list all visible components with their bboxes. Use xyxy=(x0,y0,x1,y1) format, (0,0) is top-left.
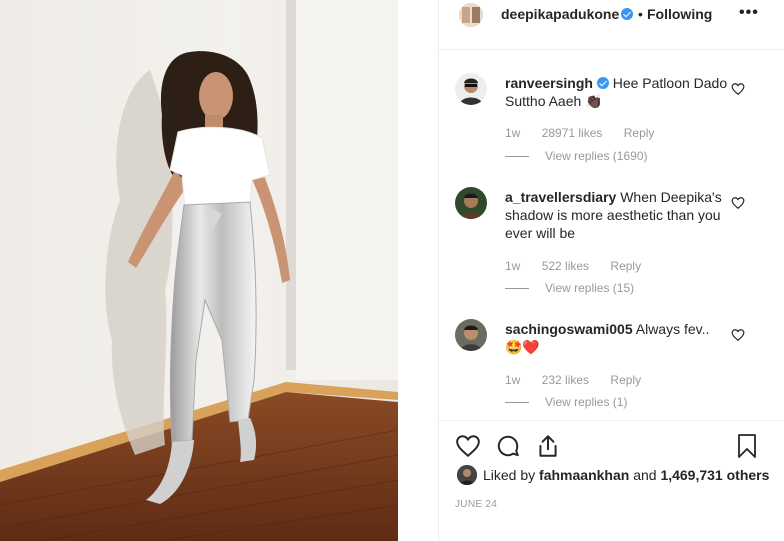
liker-username[interactable]: fahmaankhan xyxy=(539,467,629,483)
author-username[interactable]: deepikapadukone xyxy=(501,6,619,22)
liker-avatar[interactable] xyxy=(457,465,477,485)
reply-button[interactable]: Reply xyxy=(610,259,641,273)
comment-likes-count[interactable]: 28971 likes xyxy=(542,126,603,140)
reply-button[interactable]: Reply xyxy=(624,126,655,140)
comment-likes-count[interactable]: 232 likes xyxy=(542,373,589,387)
more-options-icon[interactable]: ••• xyxy=(739,4,759,22)
comment-text: ranveersingh Hee Patloon Dado Suttho Aae… xyxy=(505,74,735,110)
avatar-image-icon xyxy=(455,73,487,105)
verified-badge-icon xyxy=(621,8,633,20)
comment-age: 1w xyxy=(505,373,521,387)
comment-like-heart-icon[interactable] xyxy=(731,82,745,96)
comment-age: 1w xyxy=(505,259,521,273)
replies-line xyxy=(505,287,529,289)
post-side-panel: deepikapadukone • Following ••• ranveers… xyxy=(438,0,784,541)
replies-line xyxy=(505,155,529,157)
comment-meta: 1w 232 likes Reply xyxy=(505,373,659,387)
avatar-image-icon xyxy=(455,187,487,219)
view-replies-label[interactable]: View replies (1690) xyxy=(545,149,648,163)
replies-line xyxy=(505,401,529,403)
comment-like-heart-icon[interactable] xyxy=(731,328,745,342)
post-photo[interactable] xyxy=(0,0,398,541)
comment-meta: 1w 522 likes Reply xyxy=(505,259,659,273)
gutter xyxy=(398,0,438,541)
liked-by: Liked by fahmaankhan and 1,469,731 other… xyxy=(457,465,769,485)
commenter-username[interactable]: ranveersingh xyxy=(505,75,593,91)
view-replies-label[interactable]: View replies (15) xyxy=(545,281,634,295)
comment-text: a_travellersdiary When Deepika's shadow … xyxy=(505,188,735,242)
commenter-avatar[interactable] xyxy=(455,187,487,219)
share-icon[interactable] xyxy=(535,433,561,459)
comment-emoji: 🤩❤️ xyxy=(505,339,540,355)
post-date[interactable]: JUNE 24 xyxy=(455,499,497,510)
commenter-avatar[interactable] xyxy=(455,319,487,351)
view-replies[interactable]: View replies (1690) xyxy=(505,149,648,163)
view-replies[interactable]: View replies (1) xyxy=(505,395,627,409)
view-replies-label[interactable]: View replies (1) xyxy=(545,395,627,409)
following-button[interactable]: Following xyxy=(647,6,712,22)
post-header: deepikapadukone • Following ••• xyxy=(439,0,784,50)
bookmark-icon[interactable] xyxy=(735,433,759,459)
verified-badge-icon xyxy=(596,77,609,89)
comment-likes-count[interactable]: 522 likes xyxy=(542,259,589,273)
separator-dot: • xyxy=(638,6,643,22)
view-replies[interactable]: View replies (15) xyxy=(505,281,634,295)
comment-icon[interactable] xyxy=(495,433,521,459)
avatar-image-icon xyxy=(459,3,483,27)
comment-meta: 1w 28971 likes Reply xyxy=(505,126,672,140)
likes-others-count[interactable]: 1,469,731 others xyxy=(660,467,769,483)
comment-text: sachingoswami005 Always fev.. 🤩❤️ xyxy=(505,320,735,356)
comment-age: 1w xyxy=(505,126,521,140)
liked-by-joiner: and xyxy=(633,467,657,483)
avatar-image-icon xyxy=(457,465,477,485)
commenter-username[interactable]: sachingoswami005 xyxy=(505,321,633,337)
post-actions: Liked by fahmaankhan and 1,469,731 other… xyxy=(439,420,784,541)
heart-icon[interactable] xyxy=(455,433,481,459)
liked-by-prefix: Liked by xyxy=(483,467,536,483)
commenter-username[interactable]: a_travellersdiary xyxy=(505,189,616,205)
commenter-avatar[interactable] xyxy=(455,73,487,105)
avatar-image-icon xyxy=(455,319,487,351)
comment-like-heart-icon[interactable] xyxy=(731,196,745,210)
comment-content: Always fev.. xyxy=(635,321,710,337)
author-avatar[interactable] xyxy=(459,3,483,27)
reply-button[interactable]: Reply xyxy=(610,373,641,387)
post-image xyxy=(0,0,398,541)
